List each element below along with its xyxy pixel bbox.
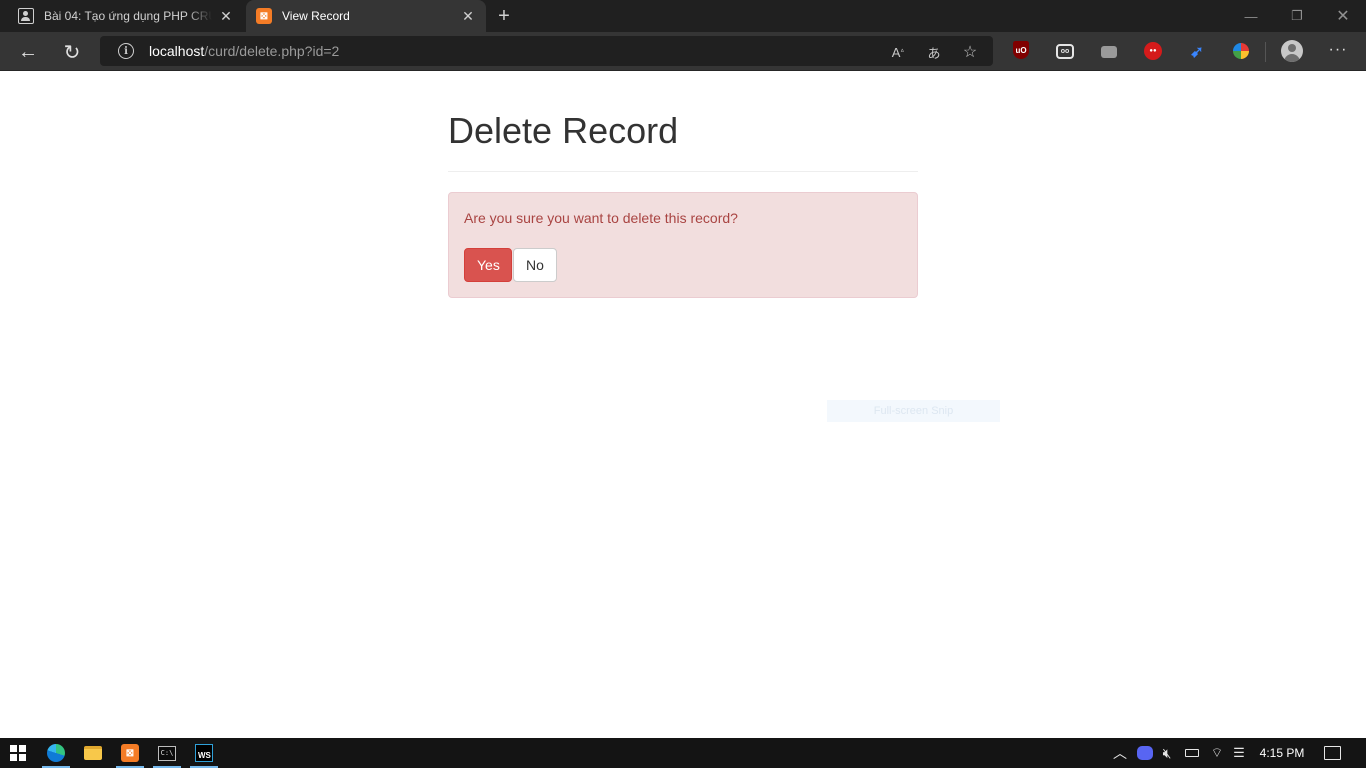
- start-button[interactable]: [0, 738, 36, 768]
- delete-confirm-alert: Are you sure you want to delete this rec…: [448, 191, 918, 298]
- read-aloud-icon[interactable]: Aᐞ: [888, 42, 908, 62]
- page-viewport: Delete Record Are you sure you want to d…: [0, 71, 1366, 738]
- reader-glasses-icon[interactable]: oo: [1056, 44, 1074, 59]
- browser-toolbar: ← ↻ i localhost/curd/delete.php?id=2 Aᐞ …: [0, 32, 1366, 71]
- snip-overlay: Full-screen Snip: [827, 400, 1000, 422]
- discord-tray-icon[interactable]: [1135, 738, 1155, 768]
- wifi-icon[interactable]: ⌔: [1207, 738, 1227, 768]
- xampp-icon: ⊠: [256, 8, 272, 24]
- taskbar-webstorm[interactable]: WS: [186, 738, 222, 768]
- confirm-message: Are you sure you want to delete this rec…: [464, 209, 738, 226]
- more-options-icon[interactable]: ···: [1327, 41, 1349, 61]
- translate-icon[interactable]: あ: [924, 42, 944, 62]
- tab-bai04[interactable]: Bài 04: Tạo ứng dụng PHP CRUD ✕: [8, 0, 244, 32]
- url-path: /curd/delete.php?id=2: [204, 43, 340, 59]
- folder-icon: [84, 746, 102, 760]
- yes-button[interactable]: Yes: [464, 247, 512, 282]
- battery-icon[interactable]: [1182, 738, 1202, 768]
- page-title: Delete Record: [448, 110, 679, 151]
- taskbar-command-prompt[interactable]: C:\: [149, 738, 185, 768]
- blue-arrow-extension-icon[interactable]: ➹: [1187, 42, 1207, 62]
- taskbar-file-explorer[interactable]: [75, 738, 111, 768]
- no-button[interactable]: No: [513, 247, 557, 282]
- tab-title: View Record: [282, 9, 350, 23]
- close-window-icon[interactable]: ✕: [1320, 0, 1366, 32]
- webstorm-icon: WS: [195, 744, 213, 762]
- toolbar-divider: [1265, 42, 1266, 62]
- page-header: Delete Record: [448, 111, 918, 172]
- edge-icon: [47, 744, 65, 762]
- add-favorite-icon[interactable]: ☆: [960, 42, 980, 62]
- input-method-icon[interactable]: ☰: [1229, 738, 1249, 768]
- ublock-origin-icon[interactable]: uO: [1013, 41, 1029, 59]
- command-prompt-icon: C:\: [158, 745, 176, 761]
- info-icon[interactable]: i: [118, 43, 134, 59]
- taskbar: ⊠ C:\ WS ︿ 🔇︎ ⌔ ☰ 4:15 PM: [0, 738, 1366, 768]
- tab-view-record[interactable]: ⊠ View Record ✕: [246, 0, 486, 32]
- chevron-up-icon[interactable]: ︿: [1110, 738, 1130, 768]
- volume-muted-icon[interactable]: 🔇︎: [1157, 738, 1177, 768]
- address-bar[interactable]: i localhost/curd/delete.php?id=2 Aᐞ あ ☆: [100, 36, 993, 66]
- taskbar-xampp[interactable]: ⊠: [112, 738, 148, 768]
- minimize-icon[interactable]: —: [1228, 0, 1274, 32]
- red-extension-icon[interactable]: ●●: [1144, 42, 1162, 60]
- new-tab-icon[interactable]: +: [494, 6, 514, 26]
- tab-title: Bài 04: Tạo ứng dụng PHP CRUD: [44, 9, 212, 23]
- confirm-actions: Yes No: [464, 247, 902, 282]
- close-icon[interactable]: ✕: [218, 8, 234, 24]
- tab-strip: Bài 04: Tạo ứng dụng PHP CRUD ✕ ⊠ View R…: [0, 0, 1366, 32]
- xampp-icon: ⊠: [121, 744, 139, 762]
- profile-page-icon: [18, 8, 34, 24]
- color-wheel-extension-icon[interactable]: [1233, 43, 1249, 59]
- close-icon[interactable]: ✕: [460, 8, 476, 24]
- screen-capture-icon[interactable]: [1101, 46, 1117, 58]
- back-arrow-icon[interactable]: ←: [14, 38, 42, 66]
- url-host: localhost: [149, 43, 205, 59]
- url-text[interactable]: localhost/curd/delete.php?id=2: [149, 43, 339, 59]
- profile-avatar-icon[interactable]: [1281, 40, 1303, 62]
- refresh-icon[interactable]: ↻: [58, 38, 86, 66]
- content-container: Delete Record Are you sure you want to d…: [448, 71, 918, 298]
- notification-center-icon[interactable]: [1324, 746, 1341, 760]
- clock[interactable]: 4:15 PM: [1251, 738, 1313, 768]
- windows-logo-icon: [10, 745, 26, 761]
- taskbar-edge[interactable]: [38, 738, 74, 768]
- restore-icon[interactable]: ❐: [1274, 0, 1320, 32]
